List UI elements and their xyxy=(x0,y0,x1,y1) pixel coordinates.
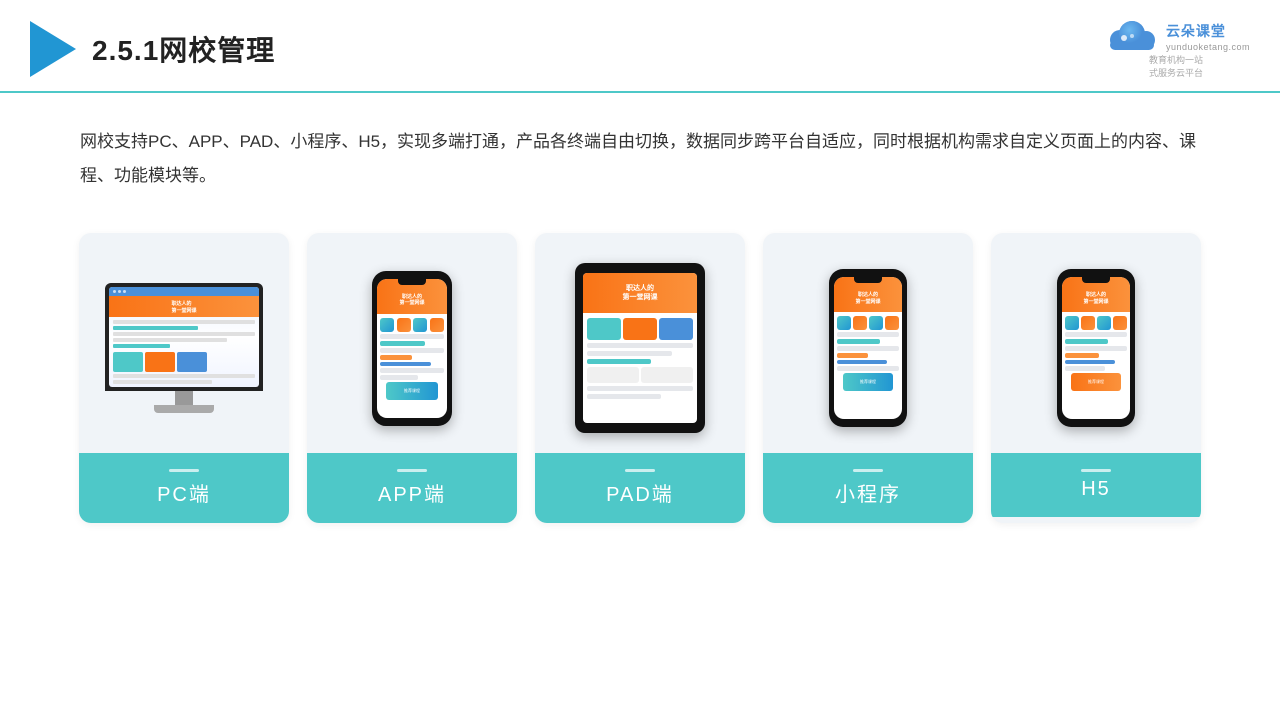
header: 2.5.1网校管理 xyxy=(0,0,1280,93)
brand-url: yunduoketang.com xyxy=(1166,42,1250,52)
description: 网校支持PC、APP、PAD、小程序、H5，实现多端打通，产品各终端自由切换，数… xyxy=(0,93,1280,213)
monitor-stand-base xyxy=(154,405,214,413)
miniprogram-phone-body: 职达人的第一堂网课 xyxy=(829,269,907,427)
miniprogram-screen: 职达人的第一堂网课 xyxy=(834,277,902,419)
h5-phone-body: 职达人的第一堂网课 xyxy=(1057,269,1135,427)
monitor-body: 职达人的第一堂网课 xyxy=(105,283,263,391)
brand-tagline: 教育机构一站式服务云平台 xyxy=(1149,54,1203,79)
pc-preview: 职达人的第一堂网课 xyxy=(79,233,289,453)
brand-logo: 云朵课堂 yunduoketang.com 教育机构一站式服务云平台 xyxy=(1102,18,1250,79)
brand-text: 云朵课堂 yunduoketang.com xyxy=(1166,21,1250,52)
h5-screen: 职达人的第一堂网课 xyxy=(1062,277,1130,419)
phone-notch-2 xyxy=(854,277,882,283)
phone-notch xyxy=(398,279,426,285)
pc-mockup: 职达人的第一堂网课 xyxy=(105,283,263,413)
app-preview: 职达人的第一堂网课 xyxy=(307,233,517,453)
card-pc: 职达人的第一堂网课 xyxy=(79,233,289,523)
app-phone-body: 职达人的第一堂网课 xyxy=(372,271,452,426)
pad-preview: 职达人的第一堂网课 xyxy=(535,233,745,453)
card-app: 职达人的第一堂网课 xyxy=(307,233,517,523)
tablet-screen: 职达人的第一堂网课 xyxy=(583,273,697,423)
card-miniprogram: 职达人的第一堂网课 xyxy=(763,233,973,523)
tablet-body: 职达人的第一堂网课 xyxy=(575,263,705,433)
header-left: 2.5.1网校管理 xyxy=(30,21,275,77)
page-title: 2.5.1网校管理 xyxy=(92,29,275,69)
pad-label: PAD端 xyxy=(535,453,745,523)
phone-notch-3 xyxy=(1082,277,1110,283)
brand-logo-icon: 云朵课堂 yunduoketang.com xyxy=(1102,18,1250,54)
cards-section: 职达人的第一堂网课 xyxy=(0,213,1280,563)
card-pad: 职达人的第一堂网课 xyxy=(535,233,745,523)
monitor-screen: 职达人的第一堂网课 xyxy=(109,287,259,387)
h5-phone-mockup: 职达人的第一堂网课 xyxy=(1057,269,1135,427)
monitor-stand-neck xyxy=(175,391,193,405)
logo-triangle-icon xyxy=(30,21,76,77)
h5-preview: 职达人的第一堂网课 xyxy=(991,233,1201,453)
card-h5: 职达人的第一堂网课 xyxy=(991,233,1201,523)
cloud-icon xyxy=(1102,18,1162,54)
app-phone-mockup: 职达人的第一堂网课 xyxy=(372,271,452,426)
brand-name: 云朵课堂 xyxy=(1166,21,1250,41)
miniprogram-preview: 职达人的第一堂网课 xyxy=(763,233,973,453)
miniprogram-label: 小程序 xyxy=(763,453,973,523)
h5-label: H5 xyxy=(991,453,1201,517)
tablet-mockup: 职达人的第一堂网课 xyxy=(575,263,705,433)
miniprogram-phone-mockup: 职达人的第一堂网课 xyxy=(829,269,907,427)
description-text: 网校支持PC、APP、PAD、小程序、H5，实现多端打通，产品各终端自由切换，数… xyxy=(80,125,1200,193)
pc-label: PC端 xyxy=(79,453,289,523)
app-phone-screen: 职达人的第一堂网课 xyxy=(377,279,447,418)
app-label: APP端 xyxy=(307,453,517,523)
